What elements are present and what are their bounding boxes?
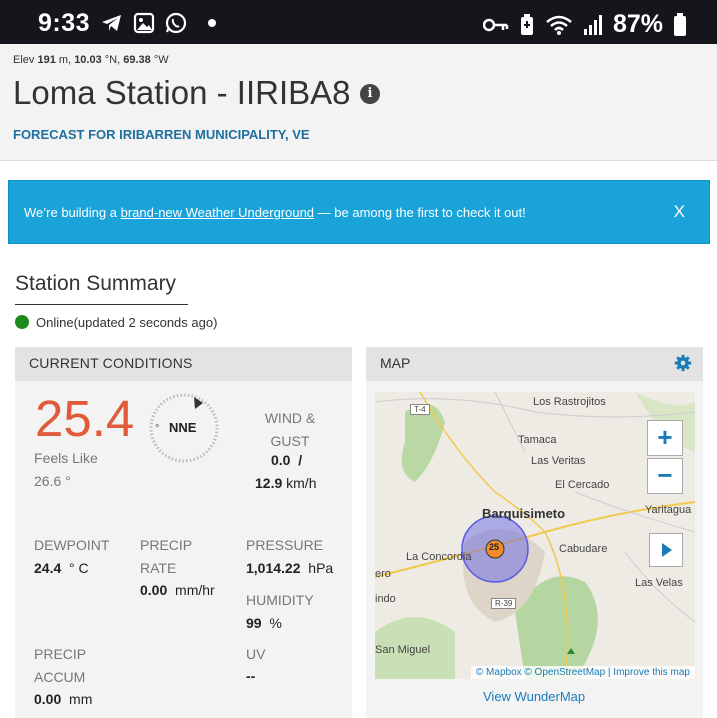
pressure-unit: hPa — [308, 560, 334, 576]
pressure-label: PRESSURE — [246, 537, 324, 553]
wind-gust-label: WIND & GUST — [264, 410, 316, 449]
precip-rate-label: PRECIP RATE — [140, 537, 192, 576]
info-icon[interactable]: i — [360, 84, 380, 104]
zoom-in-button[interactable]: + — [647, 420, 683, 456]
elev-value: 191 — [37, 54, 56, 66]
notification-dot — [208, 19, 216, 27]
wifi-icon — [546, 15, 572, 35]
map-card: MAP Los Rastrojitos T-4 Tamaca Las Verit… — [366, 347, 703, 718]
latitude-value: 10.03 — [74, 54, 102, 66]
station-header: Elev 191 m, 10.03 °N, 69.38 °W Loma Stat… — [0, 44, 717, 161]
telegram-icon — [102, 15, 121, 31]
whatsapp-icon — [165, 12, 187, 34]
dewpoint: 24.4 ° C — [34, 560, 89, 576]
precip-accum-unit: mm — [69, 691, 93, 707]
map-label-rastrojitos: Los Rastrojitos — [533, 396, 606, 408]
feels-like-label: Feels Like — [34, 450, 98, 466]
map-label-tamaca: Tamaca — [518, 434, 557, 446]
station-map[interactable]: Los Rastrojitos T-4 Tamaca Las Veritas E… — [375, 392, 695, 679]
humidity: 99 % — [246, 615, 282, 631]
humidity-label: HUMIDITY — [246, 592, 314, 608]
uv: -- — [246, 668, 255, 684]
precip-rate-unit: mm/hr — [175, 582, 215, 598]
temperature-value: 25.4 — [35, 390, 135, 447]
station-marker-value[interactable]: 25 — [489, 542, 499, 552]
key-icon — [482, 18, 509, 31]
gear-icon[interactable] — [674, 354, 692, 372]
forecast-link[interactable]: FORECAST FOR IRIBARREN MUNICIPALITY, VE — [13, 127, 310, 142]
page-title: Loma Station - IIRIBA8 — [13, 74, 351, 111]
view-wundermap-link[interactable]: View WunderMap — [483, 689, 585, 704]
uv-label: UV — [246, 646, 266, 662]
map-header: MAP — [366, 347, 703, 381]
wind-unit: km/h — [286, 475, 317, 491]
elev-label: Elev — [13, 54, 35, 66]
map-label-yaritagua: Yaritagua — [645, 504, 692, 516]
banner-text-after: — be among the first to check it out! — [314, 205, 526, 220]
map-label-cercado: El Cercado — [555, 479, 610, 491]
current-conditions-header: CURRENT CONDITIONS — [15, 347, 352, 381]
zoom-out-button[interactable]: − — [647, 458, 683, 494]
gust-speed: 12.9 km/h — [255, 475, 316, 491]
wind-separator: / — [298, 452, 303, 468]
section-title: Station Summary — [15, 272, 177, 295]
map-label-concordia: La Concordia — [406, 551, 472, 563]
gallery-icon — [133, 12, 155, 34]
banner-close-button[interactable]: X — [674, 202, 685, 222]
signal-icon — [583, 14, 602, 35]
battery-saver-icon — [520, 13, 533, 35]
map-label-barquisimeto: Barquisimeto — [482, 506, 566, 521]
status-time: 9:33 — [38, 9, 91, 37]
pressure: 1,014.22 hPa — [246, 560, 333, 576]
online-status-icon — [15, 315, 29, 329]
feels-like-value: 26.6 ° — [34, 473, 71, 489]
dewpoint-value: 24.4 — [34, 560, 62, 576]
wind-direction: NNE — [169, 420, 197, 435]
precip-accum-label: PRECIP ACCUM — [34, 646, 86, 685]
section-title-underline — [15, 304, 188, 305]
battery-percent: 87% — [612, 10, 663, 38]
uv-value: -- — [246, 668, 256, 684]
banner-link[interactable]: brand-new Weather Underground — [121, 205, 314, 220]
map-label-cabudare: Cabudare — [559, 543, 608, 555]
temperature-unit: ° — [155, 423, 160, 435]
banner-text-before: We’re building a — [24, 205, 117, 220]
elev-unit: m, — [58, 54, 72, 66]
latitude-unit: °N, — [104, 54, 121, 66]
wind-speed-value: 0.0 — [271, 452, 291, 468]
wind-speed: 0.0 / — [271, 452, 302, 468]
dewpoint-label: DEWPOINT — [34, 537, 110, 553]
map-label-indo: indo — [375, 593, 396, 605]
precip-rate-value: 0.00 — [140, 582, 168, 598]
map-label-sanmiguel: San Miguel — [375, 644, 431, 656]
map-label-velas: Las Velas — [635, 577, 683, 589]
banner-text: We’re building a brand-new Weather Under… — [24, 205, 526, 220]
road-shield-t4: T-4 — [410, 404, 430, 415]
longitude-value: 69.38 — [123, 54, 151, 66]
precip-rate: 0.00 mm/hr — [140, 582, 215, 598]
map-label-veritas: Las Veritas — [531, 455, 586, 467]
battery-icon — [674, 12, 686, 36]
pressure-value: 1,014.22 — [246, 560, 301, 576]
humidity-unit: % — [269, 615, 282, 631]
status-bar: 9:33 87% — [0, 0, 717, 50]
longitude-unit: °W — [153, 54, 169, 66]
precip-accum: 0.00 mm — [34, 691, 92, 707]
road-shield-r39: R-39 — [491, 598, 517, 609]
map-label-ero: ero — [375, 568, 391, 580]
play-icon — [662, 543, 672, 557]
humidity-value: 99 — [246, 615, 262, 631]
dewpoint-unit: ° C — [69, 560, 89, 576]
play-button[interactable] — [649, 533, 683, 567]
announcement-banner: We’re building a brand-new Weather Under… — [8, 180, 710, 244]
elevation-coordinates: Elev 191 m, 10.03 °N, 69.38 °W — [13, 54, 169, 66]
online-status-text: Online(updated 2 seconds ago) — [36, 315, 218, 330]
current-conditions-card: CURRENT CONDITIONS 25.4 Feels Like 26.6 … — [15, 347, 352, 718]
precip-accum-value: 0.00 — [34, 691, 62, 707]
map-attribution[interactable]: © Mapbox © OpenStreetMap | Improve this … — [470, 666, 695, 679]
gust-speed-value: 12.9 — [255, 475, 283, 491]
